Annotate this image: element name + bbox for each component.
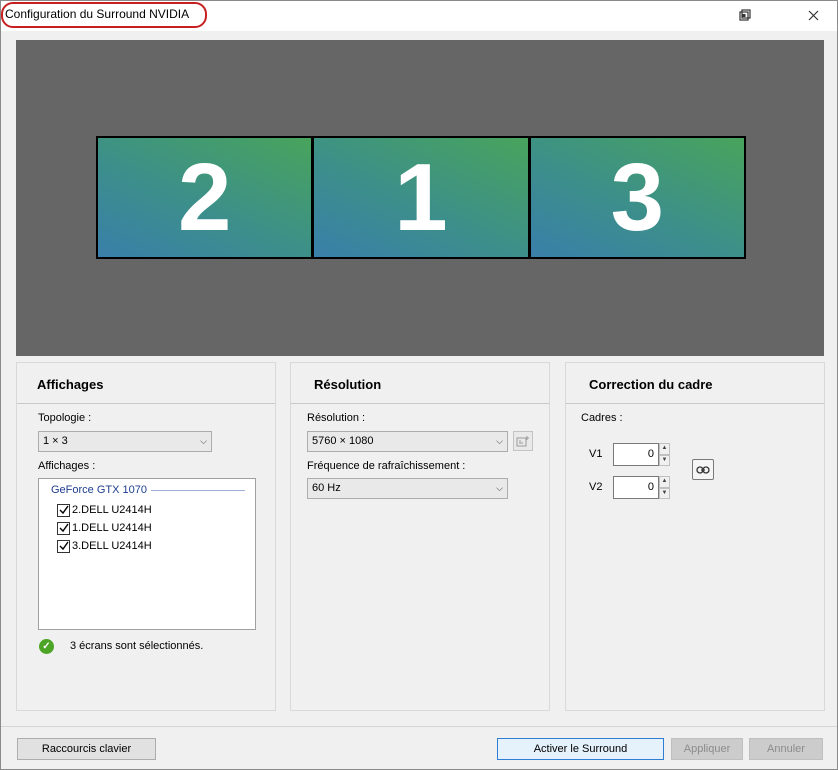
display-checkbox[interactable] bbox=[57, 503, 70, 517]
check-icon: ✓ bbox=[39, 639, 54, 654]
panel-header: Résolution bbox=[291, 363, 549, 404]
topology-select[interactable]: 1 × 3 ⌵ bbox=[38, 431, 212, 452]
increment-icon[interactable]: ▲ bbox=[659, 443, 670, 455]
decrement-icon[interactable]: ▼ bbox=[659, 454, 670, 466]
stepper-arrows[interactable]: ▲ ▼ bbox=[659, 476, 670, 499]
list-item[interactable]: 2.DELL U2414H bbox=[57, 502, 152, 518]
refresh-rate-value: 60 Hz bbox=[312, 482, 341, 494]
increment-icon[interactable]: ▲ bbox=[659, 476, 670, 488]
title-bar: Configuration du Surround NVIDIA bbox=[1, 1, 837, 31]
list-item[interactable]: 3.DELL U2414H bbox=[57, 538, 152, 554]
displays-panel: Affichages Topologie : 1 × 3 ⌵ Affichage… bbox=[16, 362, 276, 711]
v1-label: V1 bbox=[589, 448, 603, 460]
monitor-number: 1 bbox=[394, 143, 448, 251]
chevron-down-icon: ⌵ bbox=[200, 436, 207, 446]
panel-title: Correction du cadre bbox=[589, 377, 713, 392]
v2-input[interactable]: 0 bbox=[613, 476, 659, 499]
keyboard-shortcuts-button[interactable]: Raccourcis clavier bbox=[17, 738, 156, 760]
displays-label: Affichages : bbox=[38, 460, 96, 472]
display-checkbox[interactable] bbox=[57, 539, 70, 553]
close-icon[interactable] bbox=[803, 5, 823, 25]
chain-link-icon[interactable] bbox=[692, 459, 714, 480]
surround-config-window: Configuration du Surround NVIDIA 2 1 3 A… bbox=[0, 0, 838, 770]
apply-button[interactable]: Appliquer bbox=[671, 738, 743, 760]
v1-stepper[interactable]: 0 ▲ ▼ bbox=[613, 443, 671, 466]
refresh-rate-label: Fréquence de rafraîchissement : bbox=[307, 460, 466, 472]
monitor-tile[interactable]: 1 bbox=[314, 138, 528, 257]
custom-resolution-icon[interactable] bbox=[513, 431, 533, 451]
resolution-select[interactable]: 5760 × 1080 ⌵ bbox=[307, 431, 508, 452]
v2-label: V2 bbox=[589, 481, 603, 493]
display-checkbox[interactable] bbox=[57, 521, 70, 535]
monitor-tile[interactable]: 2 bbox=[98, 138, 312, 257]
panel-header: Affichages bbox=[17, 363, 275, 404]
monitor-number: 2 bbox=[177, 143, 232, 251]
refresh-rate-select[interactable]: 60 Hz ⌵ bbox=[307, 478, 508, 499]
monitor-number: 3 bbox=[610, 143, 665, 251]
display-item-label: 3.DELL U2414H bbox=[72, 540, 152, 552]
footer-divider bbox=[1, 726, 837, 727]
gpu-group-header: GeForce GTX 1070 bbox=[51, 484, 151, 496]
resolution-panel: Résolution Résolution : 5760 × 1080 ⌵ Fr… bbox=[290, 362, 550, 711]
displays-list[interactable]: GeForce GTX 1070 2.DELL U2414H 1.DELL U2… bbox=[38, 478, 256, 630]
selection-status: 3 écrans sont sélectionnés. bbox=[70, 640, 204, 652]
decrement-icon[interactable]: ▼ bbox=[659, 487, 670, 499]
monitor-arrangement: 2 1 3 bbox=[96, 136, 746, 259]
display-item-label: 1.DELL U2414H bbox=[72, 522, 152, 534]
bezel-correction-panel: Correction du cadre Cadres : V1 0 ▲ ▼ V2… bbox=[565, 362, 825, 711]
panel-title: Résolution bbox=[314, 377, 382, 392]
chevron-down-icon: ⌵ bbox=[496, 436, 503, 446]
monitor-tile[interactable]: 3 bbox=[530, 138, 744, 257]
topology-value: 1 × 3 bbox=[43, 435, 68, 447]
display-preview: 2 1 3 bbox=[16, 40, 824, 356]
stepper-arrows[interactable]: ▲ ▼ bbox=[659, 443, 670, 466]
activate-surround-button[interactable]: Activer le Surround bbox=[497, 738, 664, 760]
v1-input[interactable]: 0 bbox=[613, 443, 659, 466]
display-item-label: 2.DELL U2414H bbox=[72, 504, 152, 516]
restore-window-icon[interactable] bbox=[735, 5, 755, 25]
list-item[interactable]: 1.DELL U2414H bbox=[57, 520, 152, 536]
panel-title: Affichages bbox=[37, 377, 104, 392]
panel-header: Correction du cadre bbox=[566, 363, 824, 404]
topology-label: Topologie : bbox=[38, 412, 92, 424]
frames-label: Cadres : bbox=[581, 412, 623, 424]
v2-stepper[interactable]: 0 ▲ ▼ bbox=[613, 476, 671, 499]
window-title: Configuration du Surround NVIDIA bbox=[5, 7, 190, 21]
chevron-down-icon: ⌵ bbox=[496, 483, 503, 493]
resolution-value: 5760 × 1080 bbox=[312, 435, 374, 447]
cancel-button[interactable]: Annuler bbox=[749, 738, 823, 760]
resolution-label: Résolution : bbox=[307, 412, 366, 424]
